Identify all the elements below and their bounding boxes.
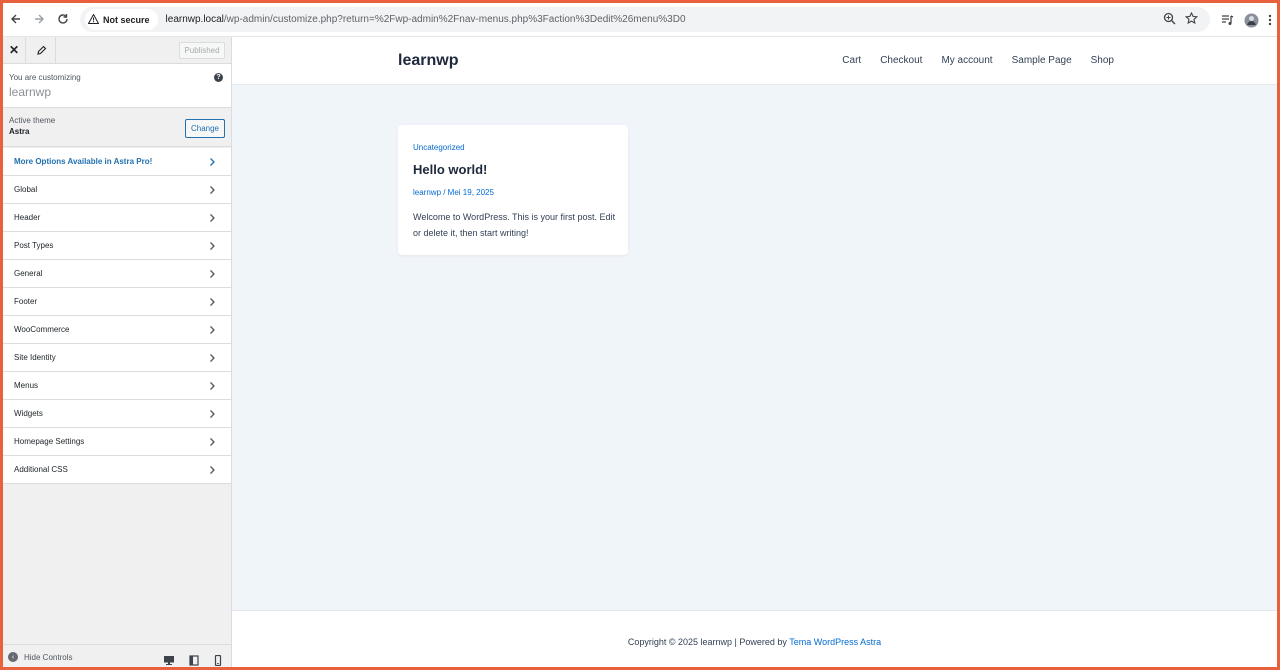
section-homepage-settings[interactable]: Homepage Settings bbox=[3, 428, 231, 456]
site-preview: learnwp Cart Checkout My account Sample … bbox=[232, 37, 1277, 667]
customizing-info: You are customizing learnwp ? bbox=[3, 64, 231, 108]
browser-toolbar: Not secure learnwp.local/wp-admin/custom… bbox=[3, 3, 1277, 37]
active-theme-label: Active theme bbox=[9, 116, 56, 125]
section-menus[interactable]: Menus bbox=[3, 372, 231, 400]
section-site-identity[interactable]: Site Identity bbox=[3, 344, 231, 372]
customizer-sections: More Options Available in Astra Pro! Glo… bbox=[3, 148, 231, 484]
chevron-right-icon bbox=[207, 381, 217, 391]
chevron-right-icon bbox=[207, 437, 217, 447]
chevron-right-icon bbox=[207, 353, 217, 363]
site-title[interactable]: learnwp bbox=[398, 52, 458, 70]
section-label: WooCommerce bbox=[14, 325, 70, 334]
media-queue-icon[interactable] bbox=[1218, 10, 1236, 30]
security-label: Not secure bbox=[103, 14, 150, 25]
section-label: Homepage Settings bbox=[14, 437, 85, 446]
section-label: Site Identity bbox=[14, 353, 56, 362]
close-icon[interactable]: ✕ bbox=[3, 37, 26, 63]
chevron-right-icon bbox=[207, 409, 217, 419]
section-footer[interactable]: Footer bbox=[3, 288, 231, 316]
published-button[interactable]: Published bbox=[179, 42, 225, 59]
kebab-menu-icon[interactable] bbox=[1265, 10, 1275, 30]
footer-copyright: Copyright © 2025 learnwp | Powered by Te… bbox=[232, 637, 1277, 647]
section-label: Additional CSS bbox=[14, 465, 68, 474]
chevron-right-icon bbox=[207, 213, 217, 223]
footer-theme-link[interactable]: Tema WordPress Astra bbox=[789, 637, 881, 647]
section-additional-css[interactable]: Additional CSS bbox=[3, 456, 231, 484]
zoom-icon[interactable] bbox=[1163, 12, 1176, 30]
section-woocommerce[interactable]: WooCommerce bbox=[3, 316, 231, 344]
chevron-right-icon bbox=[207, 157, 217, 167]
desktop-icon[interactable] bbox=[163, 653, 175, 665]
nav-item-my-account[interactable]: My account bbox=[941, 55, 992, 66]
section-label: Menus bbox=[14, 381, 39, 390]
hide-controls-label: Hide Controls bbox=[24, 652, 73, 662]
address-bar[interactable]: Not secure learnwp.local/wp-admin/custom… bbox=[80, 7, 1210, 32]
star-icon[interactable] bbox=[1184, 11, 1199, 30]
section-label: Global bbox=[14, 185, 38, 194]
section-widgets[interactable]: Widgets bbox=[3, 400, 231, 428]
section-label: More Options Available in Astra Pro! bbox=[14, 157, 153, 166]
hide-controls-icon: ‹ bbox=[8, 652, 18, 662]
nav-item-shop[interactable]: Shop bbox=[1091, 55, 1114, 66]
section-global[interactable]: Global bbox=[3, 176, 231, 204]
section-label: Footer bbox=[14, 297, 38, 306]
forward-arrow-icon[interactable] bbox=[29, 9, 49, 29]
site-footer: Copyright © 2025 learnwp | Powered by Te… bbox=[232, 610, 1277, 667]
nav-item-cart[interactable]: Cart bbox=[842, 55, 861, 66]
section-astra-pro[interactable]: More Options Available in Astra Pro! bbox=[3, 148, 231, 176]
security-chip[interactable]: Not secure bbox=[85, 9, 158, 30]
section-general[interactable]: General bbox=[3, 260, 231, 288]
customizer-footer: ‹ Hide Controls bbox=[3, 644, 231, 667]
active-theme-panel: Active theme Astra Change bbox=[3, 109, 231, 147]
section-header[interactable]: Header bbox=[3, 204, 231, 232]
help-icon[interactable]: ? bbox=[214, 73, 223, 82]
reload-icon[interactable] bbox=[53, 9, 73, 29]
primary-nav: Cart Checkout My account Sample Page Sho… bbox=[842, 55, 1114, 66]
footer-copyright-text: Copyright © 2025 learnwp | Powered by bbox=[627, 637, 790, 647]
warning-icon bbox=[87, 12, 100, 26]
post-category-link[interactable]: Uncategorized bbox=[413, 143, 465, 152]
chevron-right-icon bbox=[207, 185, 217, 195]
post-meta[interactable]: learnwp / Mei 19, 2025 bbox=[413, 188, 494, 197]
chevron-right-icon bbox=[207, 269, 217, 279]
section-label: General bbox=[14, 269, 43, 278]
mobile-icon[interactable] bbox=[212, 653, 224, 667]
url-text: learnwp.local/wp-admin/customize.php?ret… bbox=[166, 14, 686, 25]
change-theme-button[interactable]: Change bbox=[185, 119, 225, 138]
chevron-right-icon bbox=[207, 325, 217, 335]
chevron-right-icon bbox=[207, 241, 217, 251]
post-card: Uncategorized Hello world! learnwp / Mei… bbox=[398, 125, 628, 255]
hide-controls-button[interactable]: ‹ Hide Controls bbox=[8, 652, 72, 662]
customizer-header: ✕ Published bbox=[3, 37, 231, 64]
site-header: learnwp Cart Checkout My account Sample … bbox=[232, 37, 1277, 85]
post-excerpt: Welcome to WordPress. This is your first… bbox=[413, 212, 616, 238]
back-arrow-icon[interactable] bbox=[6, 9, 26, 29]
url-path: /wp-admin/customize.php?return=%2Fwp-adm… bbox=[223, 14, 686, 25]
section-label: Widgets bbox=[14, 409, 43, 418]
profile-avatar-icon[interactable] bbox=[1241, 10, 1261, 30]
active-theme-name: Astra bbox=[9, 127, 30, 136]
customizing-site-name: learnwp bbox=[9, 85, 52, 99]
section-label: Header bbox=[14, 213, 41, 222]
nav-item-sample-page[interactable]: Sample Page bbox=[1012, 55, 1072, 66]
customizer-sidebar: ✕ Published You are customizing learnwp … bbox=[3, 37, 232, 667]
section-label: Post Types bbox=[14, 241, 54, 250]
url-host: learnwp.local bbox=[165, 14, 224, 25]
nav-item-checkout[interactable]: Checkout bbox=[880, 55, 922, 66]
section-post-types[interactable]: Post Types bbox=[3, 232, 231, 260]
chevron-right-icon bbox=[207, 297, 217, 307]
chevron-right-icon bbox=[207, 465, 217, 475]
pencil-icon[interactable] bbox=[27, 37, 56, 63]
post-title[interactable]: Hello world! bbox=[413, 162, 487, 177]
customizing-label: You are customizing bbox=[9, 73, 81, 82]
screen-frame: Not secure learnwp.local/wp-admin/custom… bbox=[0, 0, 1280, 670]
tablet-icon[interactable] bbox=[188, 653, 200, 666]
